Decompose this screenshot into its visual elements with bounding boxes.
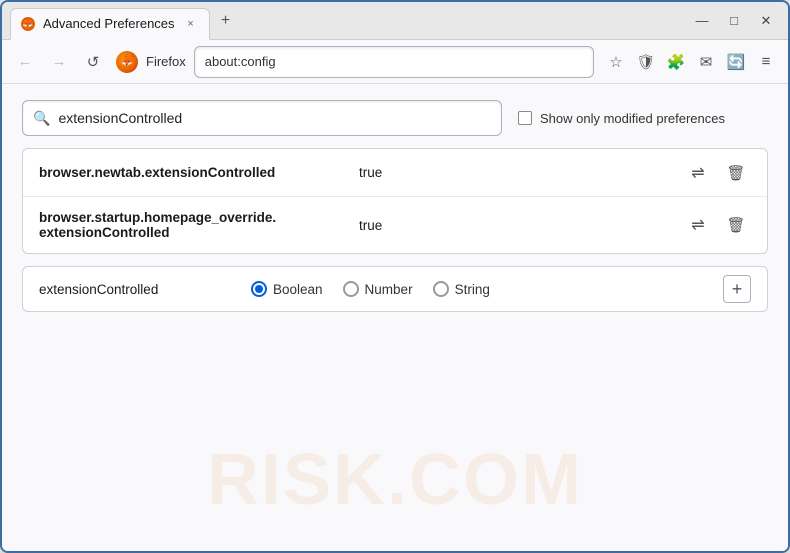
firefox-label: Firefox <box>146 54 186 69</box>
radio-string[interactable]: String <box>433 281 490 297</box>
mail-icon[interactable]: ✉ <box>692 48 720 76</box>
radio-string-label: String <box>455 282 490 297</box>
checkbox-area[interactable]: Show only modified preferences <box>518 111 725 126</box>
nav-icons-right: ☆ 🛡 🧩 ✉ 🔄 ≡ <box>602 48 780 76</box>
radio-string-circle <box>433 281 449 297</box>
delete-button-2[interactable]: 🗑 <box>721 210 751 240</box>
results-table: browser.newtab.extensionControlled true … <box>22 148 768 254</box>
browser-window: 🦊 Advanced Preferences × + — □ ✕ ← → ↺ 🦊… <box>0 0 790 553</box>
radio-boolean-label: Boolean <box>273 282 323 297</box>
new-tab-button[interactable]: + <box>214 9 238 33</box>
add-preference-row: extensionControlled Boolean Number Strin… <box>22 266 768 312</box>
navigation-bar: ← → ↺ 🦊 Firefox about:config ☆ 🛡 🧩 ✉ 🔄 ≡ <box>2 40 788 84</box>
radio-boolean-circle <box>251 281 267 297</box>
sync-icon[interactable]: 🔄 <box>722 48 750 76</box>
transfer-icon: ⇌ <box>691 163 704 183</box>
toggle-button-1[interactable]: ⇌ <box>683 158 713 188</box>
radio-group: Boolean Number String <box>251 281 490 297</box>
reload-button[interactable]: ↺ <box>78 47 108 77</box>
shield-icon[interactable]: 🛡 <box>632 48 660 76</box>
add-preference-button[interactable]: + <box>723 275 751 303</box>
title-bar: 🦊 Advanced Preferences × + — □ ✕ <box>2 2 788 40</box>
search-input-value: extensionControlled <box>58 110 491 126</box>
tab-close-button[interactable]: × <box>183 16 199 32</box>
tab-container: 🦊 Advanced Preferences × + <box>10 2 680 39</box>
back-button[interactable]: ← <box>10 47 40 77</box>
window-controls: — □ ✕ <box>688 7 780 35</box>
checkbox-label: Show only modified preferences <box>540 111 725 126</box>
table-row[interactable]: browser.newtab.extensionControlled true … <box>23 149 767 197</box>
radio-number[interactable]: Number <box>343 281 413 297</box>
watermark: RISK.COM <box>207 439 583 521</box>
tab-title: Advanced Preferences <box>43 16 175 31</box>
transfer-icon-2: ⇌ <box>691 215 704 235</box>
address-text: about:config <box>205 54 276 69</box>
trash-icon-2: 🗑 <box>726 216 745 234</box>
new-pref-name: extensionControlled <box>39 282 239 297</box>
active-tab[interactable]: 🦊 Advanced Preferences × <box>10 8 210 40</box>
forward-button[interactable]: → <box>44 47 74 77</box>
search-row: 🔍 extensionControlled Show only modified… <box>22 100 768 136</box>
menu-icon[interactable]: ≡ <box>752 48 780 76</box>
radio-boolean[interactable]: Boolean <box>251 281 323 297</box>
minimize-button[interactable]: — <box>688 7 716 35</box>
maximize-button[interactable]: □ <box>720 7 748 35</box>
pref-name-2-container: browser.startup.homepage_override. exten… <box>39 210 359 240</box>
pref-value-1: true <box>359 165 683 180</box>
row-actions-1: ⇌ 🗑 <box>683 158 751 188</box>
pref-name-1: browser.newtab.extensionControlled <box>39 165 359 180</box>
radio-number-circle <box>343 281 359 297</box>
delete-button-1[interactable]: 🗑 <box>721 158 751 188</box>
search-icon: 🔍 <box>33 110 50 127</box>
addon-icon[interactable]: 🧩 <box>662 48 690 76</box>
radio-number-label: Number <box>365 282 413 297</box>
close-button[interactable]: ✕ <box>752 7 780 35</box>
table-row[interactable]: browser.startup.homepage_override. exten… <box>23 197 767 253</box>
toggle-button-2[interactable]: ⇌ <box>683 210 713 240</box>
search-box[interactable]: 🔍 extensionControlled <box>22 100 502 136</box>
trash-icon: 🗑 <box>726 164 745 182</box>
pref-name-2-line2: extensionControlled <box>39 225 359 240</box>
firefox-logo: 🦊 <box>116 51 138 73</box>
pref-name-2-line1: browser.startup.homepage_override. <box>39 210 359 225</box>
pref-value-2: true <box>359 218 683 233</box>
bookmark-icon[interactable]: ☆ <box>602 48 630 76</box>
modified-checkbox[interactable] <box>518 111 532 125</box>
row-actions-2: ⇌ 🗑 <box>683 210 751 240</box>
tab-favicon: 🦊 <box>21 17 35 31</box>
address-bar[interactable]: about:config <box>194 46 594 78</box>
main-content: RISK.COM 🔍 extensionControlled Show only… <box>2 84 788 551</box>
